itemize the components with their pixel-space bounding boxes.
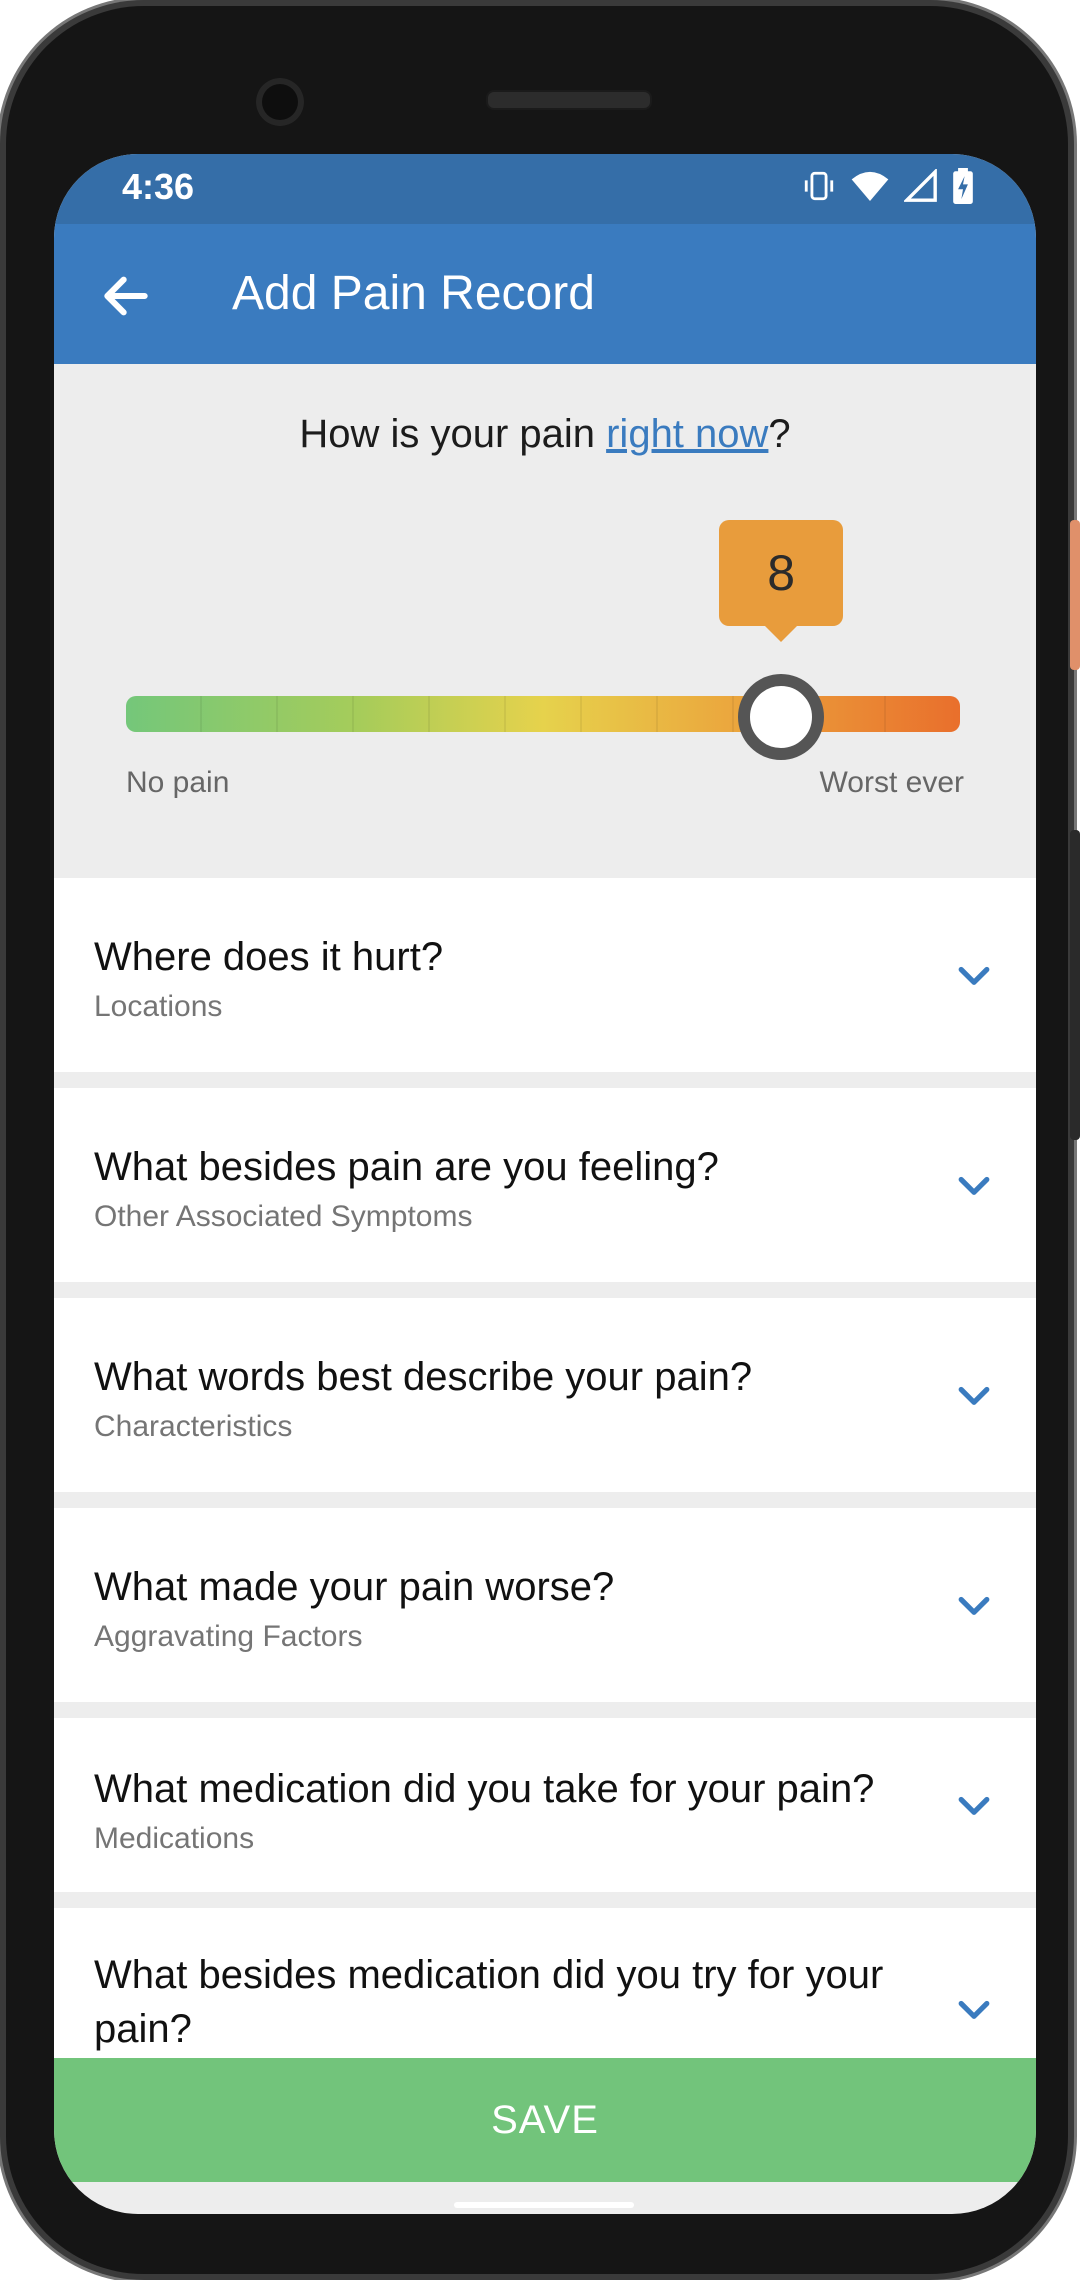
status-time: 4:36 [122, 166, 195, 207]
chevron-down-icon[interactable] [952, 1583, 996, 1627]
slider-ticks [126, 696, 960, 732]
section-title: What besides medication did you try for … [94, 1953, 884, 2051]
section-title: What besides pain are you feeling? [94, 1145, 719, 1189]
vibrate-icon [804, 171, 834, 201]
section-subtitle: Medications [94, 1822, 255, 1855]
question-accordion-list: Where does it hurt? Locations What besid… [54, 878, 1036, 2126]
earpiece-speaker [486, 90, 652, 110]
section-locations[interactable]: Where does it hurt? Locations [54, 878, 1036, 1072]
slider-tick [202, 696, 278, 732]
volume-button [1070, 830, 1080, 1140]
signal-icon [904, 169, 937, 202]
front-camera [256, 78, 304, 126]
page-title: Add Pain Record [232, 267, 595, 320]
scale-max-label: Worst ever [819, 766, 964, 799]
status-icons [802, 168, 974, 204]
gesture-nav-handle[interactable] [454, 2202, 634, 2208]
pain-slider-track[interactable] [126, 696, 960, 732]
app-bar: Add Pain Record [54, 224, 1036, 364]
slider-tick [430, 696, 506, 732]
chevron-down-icon[interactable] [952, 1373, 996, 1417]
right-now-link[interactable]: right now [606, 412, 768, 456]
slider-tick [506, 696, 582, 732]
section-subtitle: Characteristics [94, 1410, 293, 1443]
pain-rating-panel: How is your pain right now? 8 No pain Wo… [54, 364, 1036, 878]
section-title: Where does it hurt? [94, 935, 444, 979]
back-arrow-icon[interactable] [98, 268, 154, 324]
save-button[interactable]: SAVE [54, 2058, 1036, 2182]
slider-tick [582, 696, 658, 732]
pain-question-prefix: How is your pain [299, 412, 607, 456]
pain-question: How is your pain right now? [54, 412, 1036, 457]
slider-tick [126, 696, 202, 732]
section-subtitle: Aggravating Factors [94, 1620, 363, 1653]
pain-value-bubble: 8 [719, 520, 844, 642]
section-medications[interactable]: What medication did you take for your pa… [54, 1718, 1036, 1892]
wifi-icon [851, 171, 889, 201]
screen: 4:36 Add Pain Record How is your pain ri… [54, 154, 1036, 2214]
section-title: What words best describe your pain? [94, 1355, 753, 1399]
phone-frame: 4:36 Add Pain Record How is your pain ri… [6, 6, 1068, 2274]
pain-slider-thumb[interactable] [738, 674, 825, 760]
chevron-down-icon[interactable] [952, 1163, 996, 1207]
chevron-down-icon[interactable] [952, 1987, 996, 2031]
slider-tick [278, 696, 354, 732]
section-title: What made your pain worse? [94, 1565, 615, 1609]
slider-tick [886, 696, 960, 732]
scale-min-label: No pain [126, 766, 230, 799]
power-button [1070, 520, 1080, 670]
pain-question-suffix: ? [768, 412, 791, 456]
section-aggravating-factors[interactable]: What made your pain worse? Aggravating F… [54, 1508, 1036, 1702]
slider-tick [354, 696, 430, 732]
chevron-down-icon[interactable] [952, 953, 996, 997]
section-subtitle: Other Associated Symptoms [94, 1200, 473, 1233]
status-bar: 4:36 [54, 154, 1036, 224]
section-associated-symptoms[interactable]: What besides pain are you feeling? Other… [54, 1088, 1036, 1282]
section-characteristics[interactable]: What words best describe your pain? Char… [54, 1298, 1036, 1492]
slider-tick [658, 696, 734, 732]
section-title: What medication did you take for your pa… [94, 1767, 875, 1811]
section-subtitle: Locations [94, 990, 223, 1023]
battery-charging-icon [953, 168, 973, 204]
chevron-down-icon[interactable] [952, 1783, 996, 1827]
